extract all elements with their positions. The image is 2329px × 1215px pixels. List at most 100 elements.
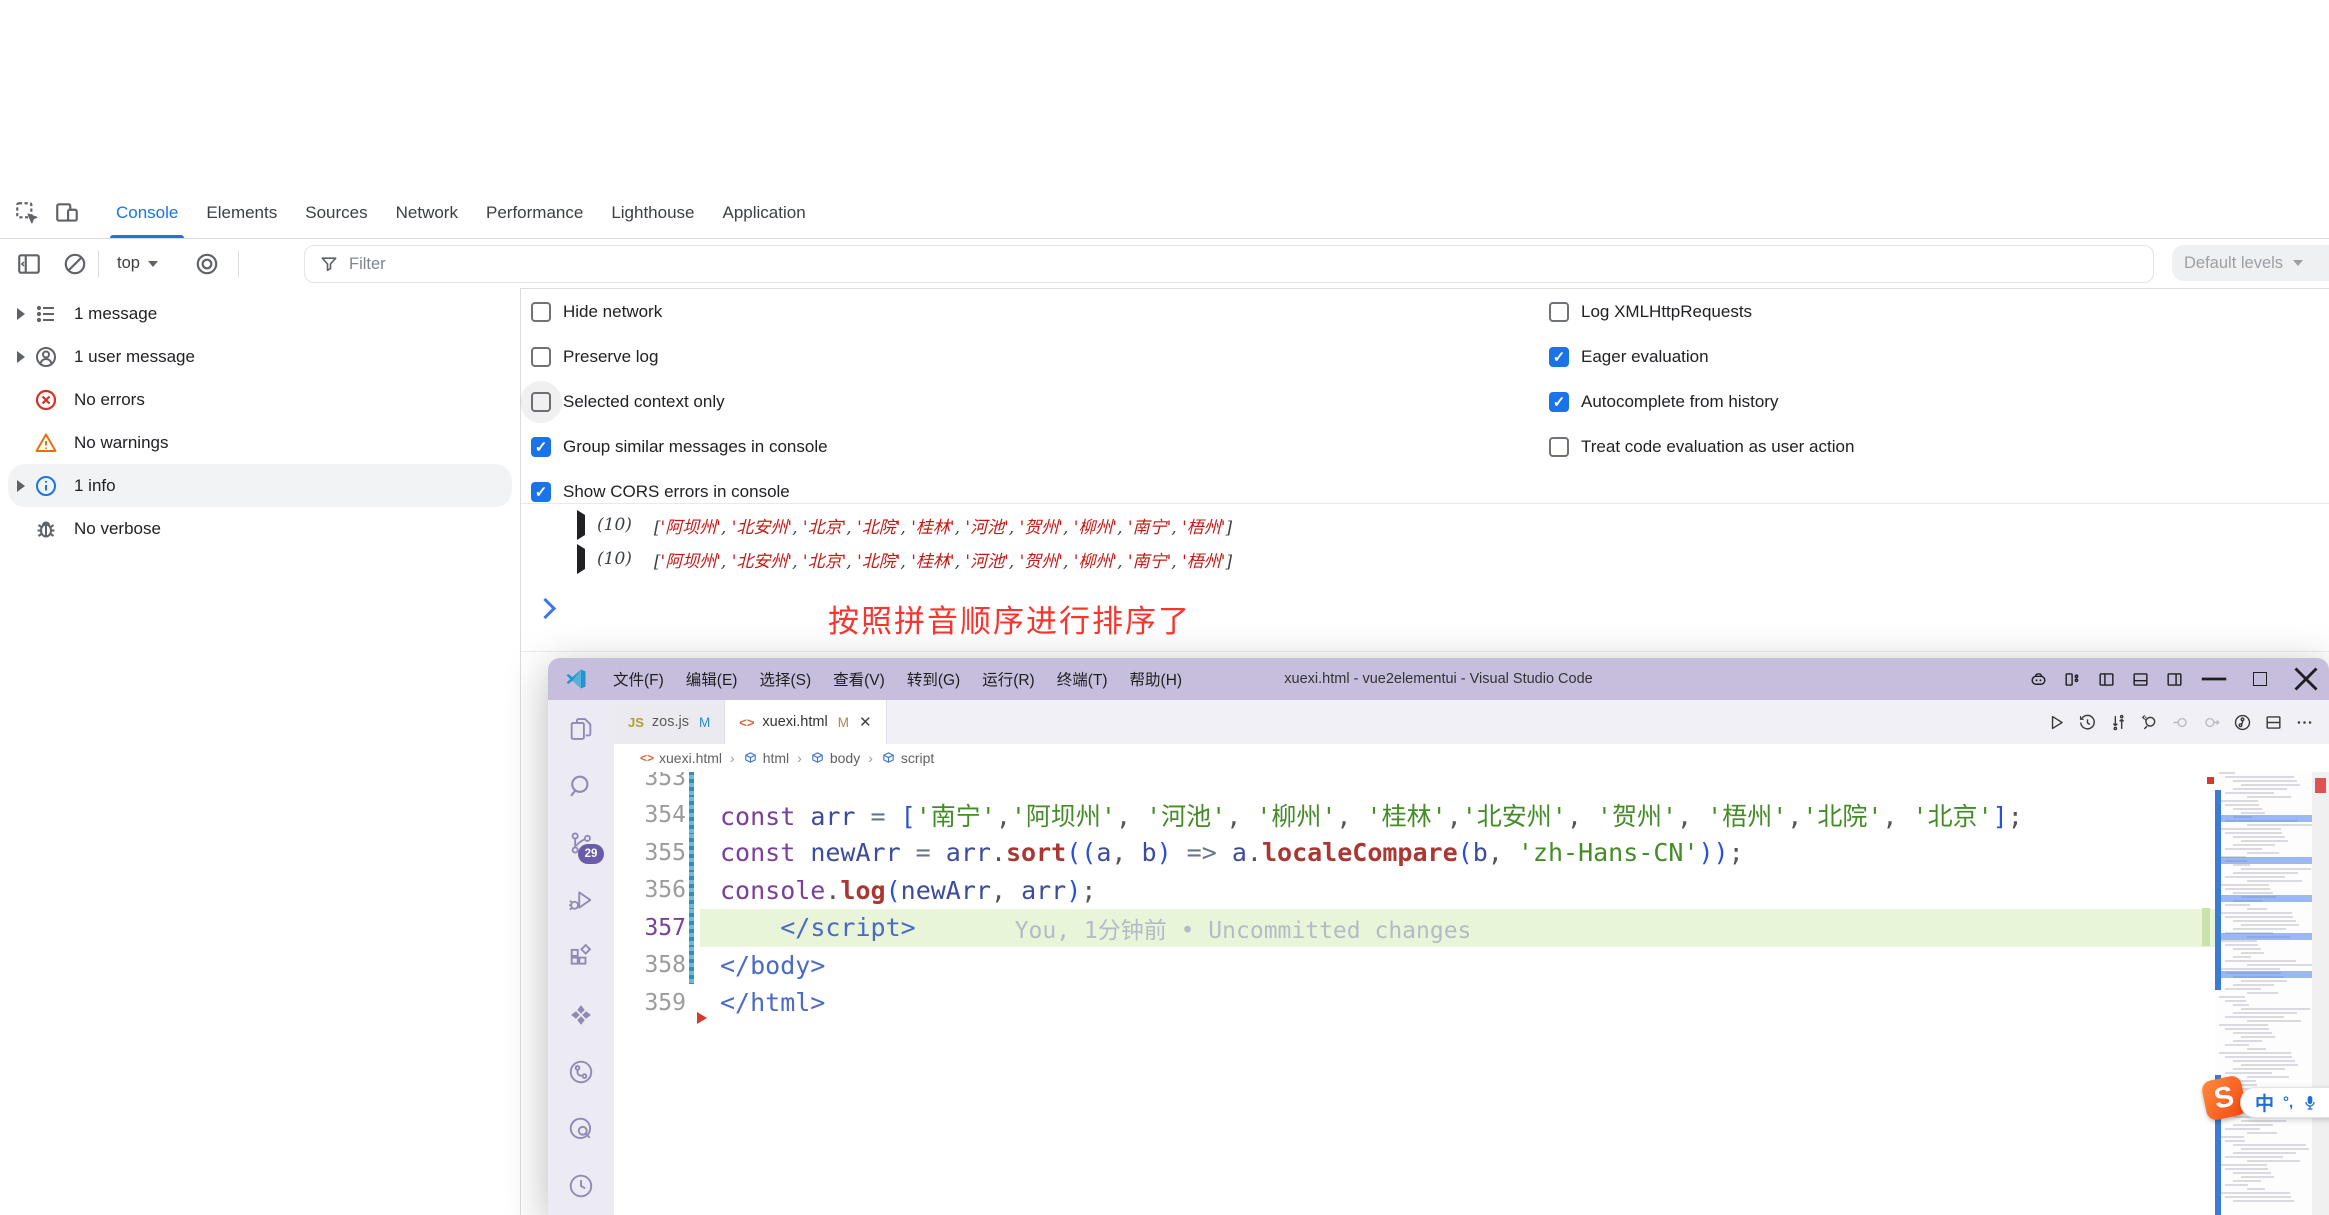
expand-arrow-icon[interactable] xyxy=(577,549,585,569)
vscode-titlebar[interactable]: 文件(F)编辑(E)选择(S)查看(V)转到(G)运行(R)终端(T)帮助(H)… xyxy=(548,658,2329,700)
breadcrumb-item-xuexi-html[interactable]: <>xuexi.html xyxy=(640,750,722,766)
ime-punctuation-toggle[interactable]: °, xyxy=(2283,1094,2293,1111)
graph-icon[interactable] xyxy=(2231,711,2253,733)
tab-elements[interactable]: Elements xyxy=(192,188,291,238)
array-item: '河池' xyxy=(965,518,1008,538)
checkbox-hide-network[interactable]: Hide network xyxy=(531,289,828,334)
sidebar-item-1-info[interactable]: 1 info xyxy=(8,464,512,507)
dock-side-icon[interactable] xyxy=(16,251,42,277)
clock-icon[interactable] xyxy=(548,1158,614,1215)
search-ref-icon[interactable] xyxy=(2138,711,2160,733)
panel-right-icon[interactable] xyxy=(2157,658,2191,700)
tab-application[interactable]: Application xyxy=(709,188,820,238)
compare-icon[interactable] xyxy=(2107,711,2129,733)
checkbox-eager-evaluation[interactable]: ✓Eager evaluation xyxy=(1549,334,1854,379)
menu-终端-t[interactable]: 终端(T) xyxy=(1046,668,1119,690)
filter-input[interactable]: Filter xyxy=(304,245,2154,283)
checkbox-autocomplete-from-history[interactable]: ✓Autocomplete from history xyxy=(1549,379,1854,424)
tab-zos-js[interactable]: JSzos.jsM xyxy=(614,700,725,744)
panel-bottom-icon[interactable] xyxy=(2123,658,2157,700)
checkbox-preserve-log[interactable]: Preserve log xyxy=(531,334,828,379)
console-prompt[interactable] xyxy=(535,598,556,619)
checkbox-log-xmlhttprequests[interactable]: Log XMLHttpRequests xyxy=(1549,289,1854,334)
expand-arrow-icon[interactable] xyxy=(8,351,34,363)
gutter-marker-icon xyxy=(697,1012,707,1024)
checkbox-treat-code-evaluation-as-user-action[interactable]: Treat code evaluation as user action xyxy=(1549,424,1854,469)
search-icon[interactable] xyxy=(548,757,614,814)
split-icon[interactable] xyxy=(2262,711,2284,733)
tab-xuexi-html[interactable]: <>xuexi.htmlM✕ xyxy=(725,700,886,744)
circle-branch-icon[interactable] xyxy=(548,1043,614,1100)
editor-scrollbar[interactable] xyxy=(2312,772,2329,1215)
extensions-icon[interactable] xyxy=(548,929,614,986)
expand-arrow-icon[interactable] xyxy=(8,308,34,320)
tab-network[interactable]: Network xyxy=(382,188,472,238)
code-editor[interactable]: 353354const arr = ['南宁','阿坝州', '河池', '柳州… xyxy=(614,772,2329,1215)
tab-console[interactable]: Console xyxy=(102,188,192,238)
breadcrumb-item-html[interactable]: html xyxy=(743,750,789,766)
maximize-icon[interactable] xyxy=(2237,658,2283,700)
source-control-icon[interactable]: 29 xyxy=(548,814,614,871)
checkbox-unchecked-icon[interactable] xyxy=(531,302,551,322)
checkbox-selected-context-only[interactable]: Selected context only xyxy=(531,379,828,424)
tab-sources[interactable]: Sources xyxy=(291,188,381,238)
sidebar-item-1-user-message[interactable]: 1 user message xyxy=(8,335,512,378)
tab-lighthouse[interactable]: Lighthouse xyxy=(597,188,708,238)
menu-帮助-h[interactable]: 帮助(H) xyxy=(1119,668,1194,690)
panel-left-icon[interactable] xyxy=(2089,658,2123,700)
console-log-row[interactable]: (10)['阿坝州', '北安州', '北京', '北院', '桂林', '河池… xyxy=(521,542,2329,576)
menu-查看-v[interactable]: 查看(V) xyxy=(822,668,896,690)
sidebar-item-no-verbose[interactable]: No verbose xyxy=(8,507,512,550)
checkbox-checked-icon[interactable]: ✓ xyxy=(531,482,551,502)
breadcrumb-separator: › xyxy=(797,750,802,766)
checkbox-group-similar-messages-in-console[interactable]: ✓Group similar messages in console xyxy=(531,424,828,469)
pinwheel-icon[interactable] xyxy=(548,986,614,1043)
history-icon[interactable] xyxy=(2076,711,2098,733)
console-toolbar: top Filter Default levels xyxy=(0,239,2329,289)
sidebar-item-label: 1 info xyxy=(74,476,116,496)
log-levels-select[interactable]: Default levels xyxy=(2172,245,2329,281)
menu-运行-r[interactable]: 运行(R) xyxy=(971,668,1046,690)
next-change-icon xyxy=(2200,711,2222,733)
console-log-row[interactable]: (10)['阿坝州', '北安州', '北京', '北院', '桂林', '河池… xyxy=(521,508,2329,542)
ime-language-toggle[interactable]: 中 xyxy=(2255,1089,2274,1116)
minimap[interactable] xyxy=(2215,772,2312,1215)
close-icon[interactable] xyxy=(2283,658,2329,700)
checkbox-checked-icon[interactable]: ✓ xyxy=(531,437,551,457)
run-debug-icon[interactable] xyxy=(548,872,614,929)
sidebar-item-no-errors[interactable]: No errors xyxy=(8,378,512,421)
breadcrumb-item-script[interactable]: script xyxy=(881,750,934,766)
breadcrumb-item-body[interactable]: body xyxy=(810,750,860,766)
run-icon[interactable] xyxy=(2045,711,2067,733)
eye-icon[interactable] xyxy=(194,251,220,277)
sidebar-item-1-message[interactable]: 1 message xyxy=(8,292,512,335)
copilot-icon[interactable] xyxy=(2021,658,2055,700)
minimize-icon[interactable] xyxy=(2191,658,2237,700)
breadcrumb-label: body xyxy=(830,750,860,766)
context-selector[interactable]: top xyxy=(117,254,158,273)
circle-search-icon[interactable] xyxy=(548,1101,614,1158)
menu-编辑-e[interactable]: 编辑(E) xyxy=(675,668,749,690)
sidebar-item-no-warnings[interactable]: No warnings xyxy=(8,421,512,464)
checkbox-unchecked-icon[interactable] xyxy=(531,347,551,367)
layout-icon[interactable] xyxy=(2055,658,2089,700)
checkbox-unchecked-icon[interactable] xyxy=(531,392,551,412)
checkbox-checked-icon[interactable]: ✓ xyxy=(1549,392,1569,412)
files-icon[interactable] xyxy=(548,700,614,757)
menu-转到-g[interactable]: 转到(G) xyxy=(896,668,971,690)
expand-arrow-icon[interactable] xyxy=(577,515,585,535)
clear-console-icon[interactable] xyxy=(62,251,88,277)
device-toolbar-icon[interactable] xyxy=(54,200,80,226)
expand-arrow-icon[interactable] xyxy=(8,480,34,492)
more-icon[interactable] xyxy=(2293,711,2315,733)
tab-performance[interactable]: Performance xyxy=(472,188,597,238)
checkbox-checked-icon[interactable]: ✓ xyxy=(1549,347,1569,367)
checkbox-unchecked-icon[interactable] xyxy=(1549,437,1569,457)
inspect-icon[interactable] xyxy=(14,200,40,226)
line-number: 356 xyxy=(614,877,686,903)
menu-文件-f[interactable]: 文件(F) xyxy=(602,668,675,690)
close-tab-icon[interactable]: ✕ xyxy=(859,713,872,731)
menu-选择-s[interactable]: 选择(S) xyxy=(748,668,822,690)
checkbox-unchecked-icon[interactable] xyxy=(1549,302,1569,322)
microphone-icon[interactable] xyxy=(2302,1095,2318,1111)
